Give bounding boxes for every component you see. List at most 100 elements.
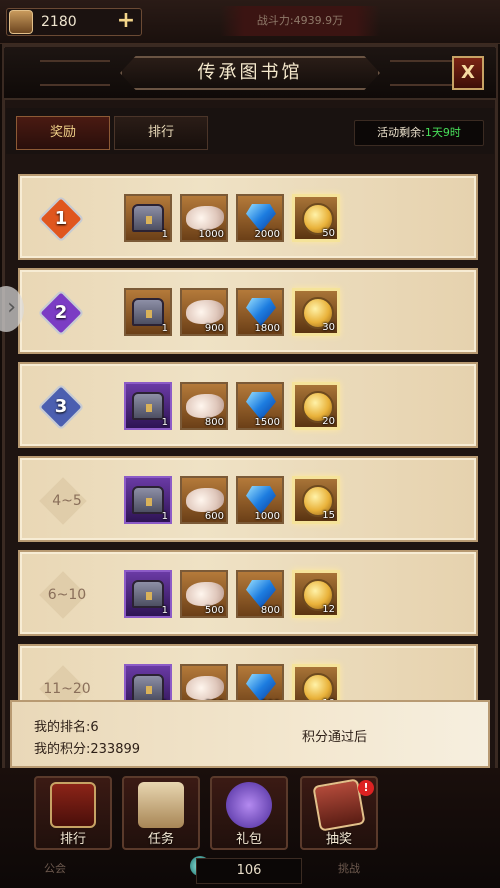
scroll-icon	[186, 300, 224, 324]
tab-rewards[interactable]: 奖励	[16, 116, 110, 150]
chest-icon	[132, 298, 164, 326]
reward-quantity: 12	[322, 604, 335, 615]
coin-reward-slot[interactable]: 15	[292, 476, 340, 524]
gem-reward-slot[interactable]: 1800	[236, 288, 284, 336]
gem-reward-slot[interactable]: 1000	[236, 476, 284, 524]
reward-quantity: 1	[161, 605, 168, 616]
game-screen: 2180 + 战斗力:4939.9万 传承图书馆 X 奖励 排行 活动剩余:1天…	[0, 0, 500, 888]
reward-quantity: 15	[322, 510, 335, 521]
reward-row: 2 1 900 1800 30	[18, 268, 478, 354]
currency-icon	[9, 10, 33, 34]
close-button[interactable]: X	[452, 56, 484, 90]
gem-icon	[246, 298, 276, 326]
nav-tasks[interactable]: 任务	[122, 776, 200, 850]
reward-quantity: 500	[204, 605, 224, 616]
tab-ranking[interactable]: 排行	[114, 116, 208, 150]
scroll-icon	[186, 394, 224, 418]
nav-lottery-label: 抽奖	[325, 832, 352, 847]
reward-quantity: 20	[322, 416, 335, 427]
nav-tasks-label: 任务	[147, 832, 174, 847]
reward-quantity: 600	[204, 511, 224, 522]
parchment-icon	[138, 782, 184, 828]
timer-value: 1天9时	[424, 126, 461, 139]
combat-power: 战斗力:4939.9万	[220, 6, 380, 36]
chest-icon	[132, 580, 164, 608]
scroll-icon	[186, 676, 224, 700]
reward-row: 6~10 1 500 800 12	[18, 550, 478, 636]
gem-icon	[246, 674, 276, 702]
my-rank: 我的排名:6	[34, 720, 99, 735]
rank-badge-icon: 1	[37, 195, 85, 243]
reward-quantity: 800	[204, 417, 224, 428]
nav-ranking[interactable]: 排行	[34, 776, 112, 850]
gem-icon	[246, 580, 276, 608]
scroll-reward-slot[interactable]: 900	[180, 288, 228, 336]
chest-reward-slot[interactable]: 1	[124, 664, 172, 704]
reward-row: 3 1 800 1500 20	[18, 362, 478, 448]
footer-challenge-label: 挑战	[338, 862, 360, 875]
reward-quantity: 50	[322, 228, 335, 239]
reward-quantity: 1800	[254, 323, 280, 334]
rank-badge-icon: 2	[37, 289, 85, 337]
event-timer: 活动剩余:1天9时	[354, 120, 484, 146]
alert-badge: !	[358, 780, 374, 796]
reward-row: 1 1 1000 2000 50	[18, 174, 478, 260]
currency-panel: 2180 +	[6, 8, 142, 36]
coin-reward-slot[interactable]: 30	[292, 288, 340, 336]
chest-icon	[132, 204, 164, 232]
reward-quantity: 1	[161, 511, 168, 522]
reward-quantity: 800	[260, 605, 280, 616]
reward-row: 4~5 1 600 1000 15	[18, 456, 478, 542]
gem-reward-slot[interactable]: 500	[236, 664, 284, 704]
page-title: 传承图书馆	[197, 62, 303, 83]
reward-quantity: 30	[322, 322, 335, 333]
currency-amount: 2180	[41, 14, 77, 30]
chest-reward-slot[interactable]: 1	[124, 194, 172, 242]
chest-icon	[132, 674, 164, 702]
reward-list[interactable]: 1 1 1000 2000 50 2 1 900 1800 30 3 1 800 1500 20 4~5 1 60…	[12, 156, 488, 704]
score-note: 积分通过后	[302, 730, 368, 745]
gem-reward-slot[interactable]: 800	[236, 570, 284, 618]
chest-reward-slot[interactable]: 1	[124, 288, 172, 336]
coin-reward-slot[interactable]: 20	[292, 382, 340, 430]
my-score: 我的积分:233899	[34, 742, 141, 757]
add-currency-button[interactable]: +	[115, 10, 137, 33]
title-ornament-left	[40, 60, 110, 86]
scroll-icon	[186, 206, 224, 230]
reward-quantity: 1000	[254, 511, 280, 522]
chest-reward-slot[interactable]: 1	[124, 476, 172, 524]
my-rank-panel: 我的排名:6 我的积分:233899 积分通过后	[10, 700, 490, 768]
scroll-frame-icon	[50, 782, 96, 828]
gem-reward-slot[interactable]: 1500	[236, 382, 284, 430]
rank-number: 3	[54, 396, 68, 417]
chest-icon	[132, 486, 164, 514]
scroll-reward-slot[interactable]: 1000	[180, 194, 228, 242]
coin-reward-slot[interactable]: 50	[292, 194, 340, 242]
scroll-reward-slot[interactable]: 500	[180, 570, 228, 618]
chest-icon	[132, 392, 164, 420]
reward-quantity: 2000	[254, 229, 280, 240]
chest-reward-slot[interactable]: 1	[124, 570, 172, 618]
gem-icon	[246, 204, 276, 232]
coin-reward-slot[interactable]: 10	[292, 664, 340, 704]
title-ornament-right	[390, 60, 460, 86]
reward-quantity: 1	[161, 417, 168, 428]
gem-reward-slot[interactable]: 2000	[236, 194, 284, 242]
rank-number: 1	[54, 208, 68, 229]
chest-reward-slot[interactable]: 1	[124, 382, 172, 430]
gem-icon	[246, 392, 276, 420]
footer-guild-label: 公会	[44, 862, 66, 875]
nav-lottery[interactable]: 抽奖 !	[300, 776, 378, 850]
nav-gift[interactable]: 礼包	[210, 776, 288, 850]
rank-range: 4~5	[52, 493, 82, 509]
gift-bag-icon	[226, 782, 272, 828]
scroll-reward-slot[interactable]: 800	[180, 382, 228, 430]
rank-range: 6~10	[47, 587, 87, 603]
coin-reward-slot[interactable]: 12	[292, 570, 340, 618]
reward-quantity: 1000	[198, 229, 224, 240]
scroll-reward-slot[interactable]: 300	[180, 664, 228, 704]
reward-quantity: 900	[204, 323, 224, 334]
rank-number: 2	[54, 302, 68, 323]
rank-range: 11~20	[43, 681, 91, 697]
scroll-reward-slot[interactable]: 600	[180, 476, 228, 524]
